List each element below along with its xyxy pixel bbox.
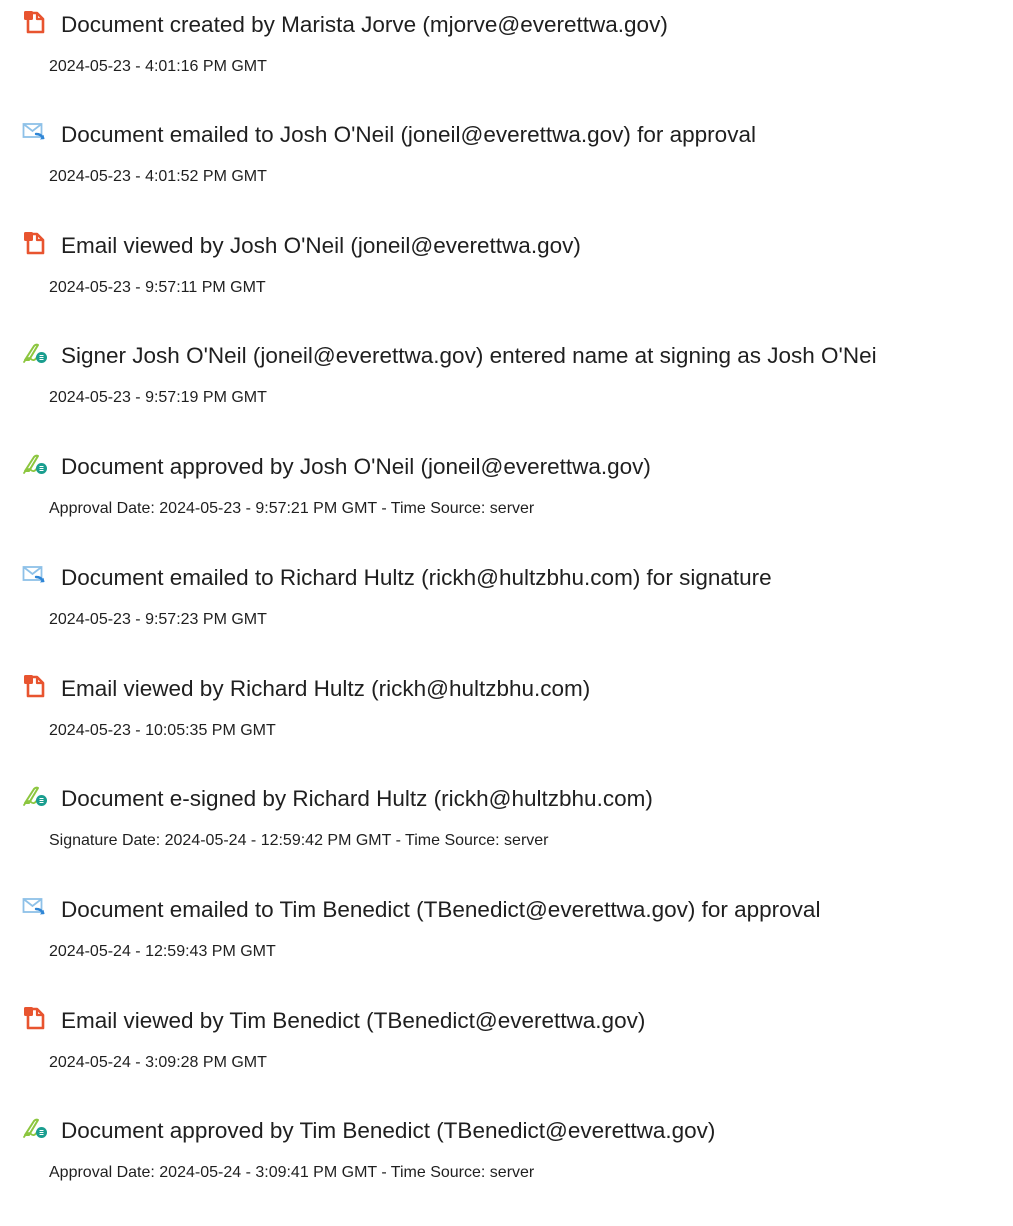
entry-timestamp: 2024-05-24 - 12:59:43 PM GMT (49, 943, 276, 960)
entry-timestamp: 2024-05-23 - 9:57:19 PM GMT (49, 389, 267, 406)
entry-title: Document approved by Tim Benedict (TBene… (61, 1118, 716, 1143)
audit-entry: Document created by Marista Jorve (mjorv… (0, 0, 1013, 90)
entry-title: Document approved by Josh O'Neil (joneil… (61, 454, 651, 479)
entry-timestamp: Signature Date: 2024-05-24 - 12:59:42 PM… (49, 832, 549, 849)
document-icon (22, 230, 48, 256)
signature-icon (22, 451, 48, 477)
audit-entry: Document approved by Josh O'Neil (joneil… (0, 442, 1013, 532)
entry-timestamp: 2024-05-23 - 9:57:23 PM GMT (49, 611, 267, 628)
email-icon (22, 562, 48, 588)
entry-timestamp: 2024-05-23 - 4:01:52 PM GMT (49, 168, 267, 185)
entry-title: Signer Josh O'Neil (joneil@everettwa.gov… (61, 343, 877, 368)
entry-timestamp: 2024-05-23 - 10:05:35 PM GMT (49, 722, 276, 739)
entry-title: Document emailed to Tim Benedict (TBened… (61, 897, 821, 922)
entry-title: Email viewed by Richard Hultz (rickh@hul… (61, 676, 591, 701)
entry-title: Document created by Marista Jorve (mjorv… (61, 12, 668, 37)
entry-title: Document emailed to Richard Hultz (rickh… (61, 565, 772, 590)
entry-title: Document e-signed by Richard Hultz (rick… (61, 786, 653, 811)
email-icon (22, 119, 48, 145)
audit-entry: Email viewed by Josh O'Neil (joneil@ever… (0, 221, 1013, 311)
document-icon (22, 9, 48, 35)
signature-icon (22, 1115, 48, 1141)
entry-timestamp: 2024-05-23 - 4:01:16 PM GMT (49, 58, 267, 75)
audit-entry: Signer Josh O'Neil (joneil@everettwa.gov… (0, 331, 1013, 421)
email-icon (22, 894, 48, 920)
audit-entry: Document emailed to Richard Hultz (rickh… (0, 553, 1013, 643)
audit-entry: Document approved by Tim Benedict (TBene… (0, 1106, 1013, 1196)
audit-entry: Document emailed to Tim Benedict (TBened… (0, 885, 1013, 975)
document-icon (22, 673, 48, 699)
audit-entry: Email viewed by Richard Hultz (rickh@hul… (0, 664, 1013, 754)
entry-timestamp: Approval Date: 2024-05-23 - 9:57:21 PM G… (49, 500, 535, 517)
signature-icon (22, 340, 48, 366)
audit-entry: Email viewed by Tim Benedict (TBenedict@… (0, 996, 1013, 1086)
document-icon (22, 1005, 48, 1031)
entry-title: Email viewed by Josh O'Neil (joneil@ever… (61, 233, 581, 258)
entry-title: Document emailed to Josh O'Neil (joneil@… (61, 122, 756, 147)
entry-title: Email viewed by Tim Benedict (TBenedict@… (61, 1008, 646, 1033)
signature-icon (22, 783, 48, 809)
audit-entry: Document emailed to Josh O'Neil (joneil@… (0, 110, 1013, 200)
entry-timestamp: 2024-05-24 - 3:09:28 PM GMT (49, 1054, 267, 1071)
entry-timestamp: 2024-05-23 - 9:57:11 PM GMT (49, 279, 266, 296)
audit-entry: Document e-signed by Richard Hultz (rick… (0, 774, 1013, 864)
entry-timestamp: Approval Date: 2024-05-24 - 3:09:41 PM G… (49, 1164, 535, 1181)
